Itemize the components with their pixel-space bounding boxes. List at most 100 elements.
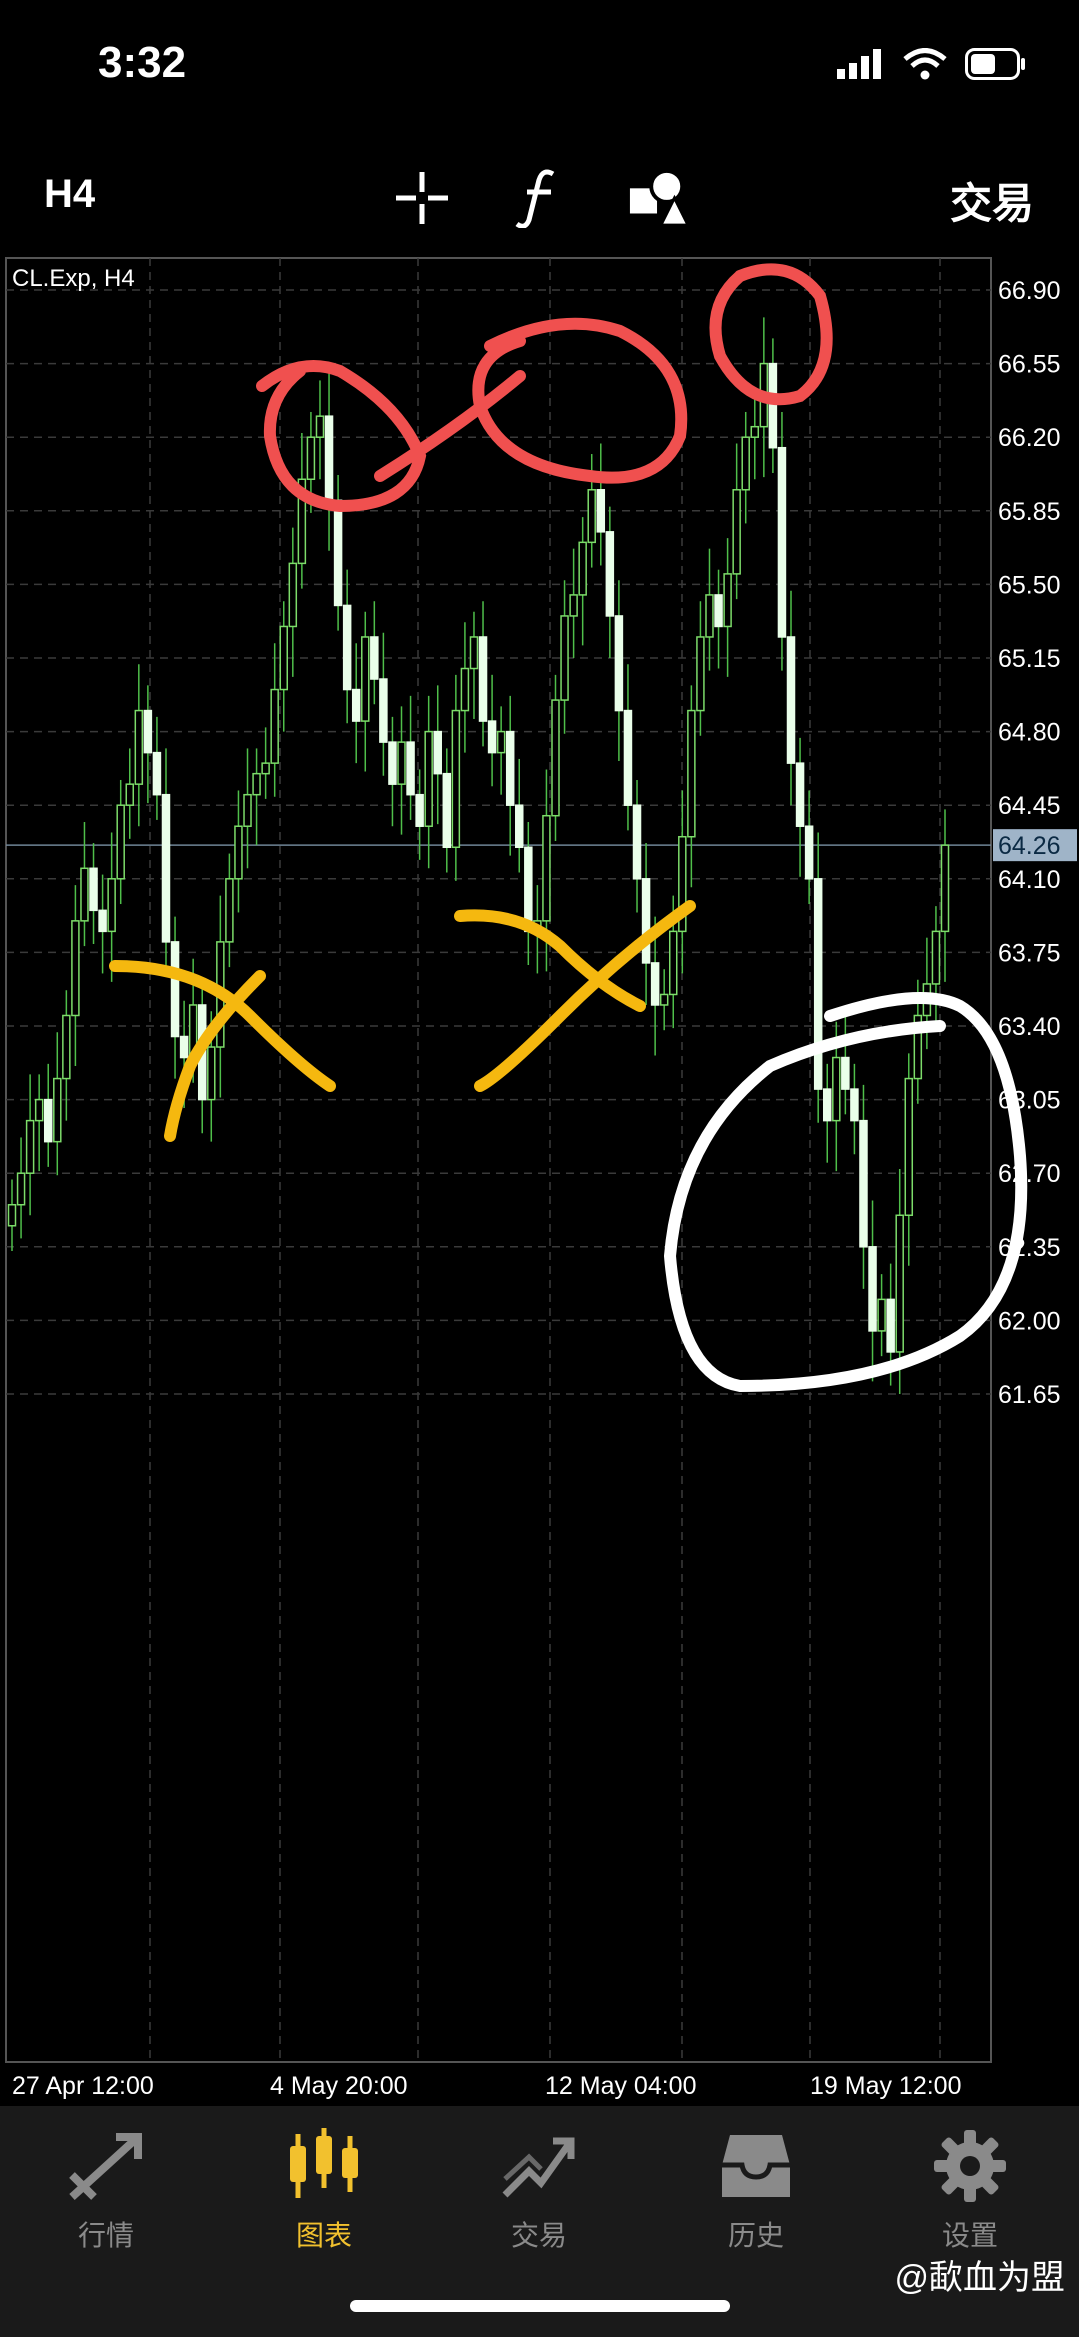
candle-body [659, 993, 669, 1006]
candle-body [569, 594, 578, 617]
candle-body [641, 878, 651, 964]
price-tick-label: 61.65 [998, 1381, 1061, 1409]
price-tick-label: 65.85 [998, 498, 1061, 526]
candle-body [451, 709, 461, 849]
candle-body [116, 804, 125, 880]
quotes-icon [69, 2133, 142, 2200]
candle-body [324, 415, 334, 502]
candle-body [560, 615, 569, 701]
candle-body [505, 730, 515, 806]
candle-body [940, 844, 950, 933]
candlestick-chart[interactable]: 66.90 66.55 66.20 65.85 65.50 65.15 64.80 64.45… [0, 256, 1079, 2116]
candle-body [868, 1246, 877, 1332]
candle-body [895, 1214, 904, 1353]
tab-quotes[interactable]: 行情 [26, 2124, 186, 2254]
candle-body [777, 446, 787, 638]
candle-body [315, 415, 325, 438]
price-tick-label: 66.90 [998, 277, 1061, 305]
candle-body [53, 1077, 62, 1143]
candle-body [370, 636, 379, 680]
candle-body [207, 1046, 216, 1101]
tab-trade[interactable]: 交易 [459, 2124, 619, 2254]
candle-body [306, 436, 316, 481]
time-tick-label: 4 May 20:00 [270, 2072, 408, 2100]
timeframe-button[interactable]: H4 [44, 172, 95, 217]
tab-label: 历史 [727, 2220, 784, 2251]
candle-body [34, 1098, 44, 1122]
candle-body [687, 709, 696, 838]
candle-body [134, 709, 144, 785]
candle-body [542, 814, 551, 922]
candle-body [243, 793, 252, 827]
candle-body [786, 636, 796, 764]
signal-icon [837, 49, 881, 79]
candle-body [578, 541, 587, 596]
candle-body [478, 636, 488, 722]
time-tick-label: 27 Apr 12:00 [12, 2072, 154, 2100]
candle-body [714, 594, 723, 628]
candle-body [161, 793, 171, 943]
candle-body [433, 730, 442, 775]
price-tick-label: 64.80 [998, 719, 1061, 747]
candle-body [931, 930, 941, 985]
price-tick-label: 64.10 [998, 866, 1061, 894]
price-tick-label: 63.40 [998, 1013, 1061, 1041]
candle-body [252, 772, 261, 796]
candle-body [333, 499, 343, 607]
candle-body [741, 436, 750, 491]
chart-icon [290, 2128, 358, 2198]
candle-body [80, 867, 89, 922]
candle-body [850, 1088, 859, 1122]
candle-body [877, 1298, 886, 1332]
tab-settings[interactable]: 设置 [890, 2124, 1050, 2254]
price-chart[interactable]: 66.90 66.55 66.20 65.85 65.50 65.15 64.80 64.45… [0, 256, 1079, 2116]
candle-body [16, 1172, 26, 1206]
candle-body [406, 741, 415, 796]
candle-body [487, 720, 497, 754]
candle-body [170, 941, 180, 1038]
candle-body [351, 688, 361, 722]
candle-body [886, 1298, 895, 1353]
candle-body [841, 1056, 850, 1090]
candle-body [804, 825, 814, 880]
candle-body [342, 604, 352, 691]
candle-body [795, 762, 805, 827]
tab-label: 交易 [510, 2220, 567, 2251]
candle-body [460, 667, 470, 712]
price-tick-label: 66.20 [998, 424, 1061, 452]
candle-body [361, 636, 370, 722]
trade-button[interactable]: 交易 [950, 170, 1034, 231]
plot-area [5, 257, 992, 2063]
candle-body [705, 594, 714, 638]
candle-body [89, 867, 98, 912]
home-indicator[interactable] [350, 2300, 730, 2312]
candle-body [107, 878, 116, 933]
tab-history[interactable]: 历史 [676, 2124, 836, 2254]
candle-body [623, 709, 633, 806]
candle-body [732, 489, 741, 575]
candle-body [669, 930, 678, 996]
indicator-f-icon[interactable] [508, 168, 568, 228]
watermark: @歃血为盟 [894, 2259, 1065, 2297]
candle-body [279, 625, 288, 691]
candle-body [270, 688, 279, 764]
candle-body [43, 1098, 53, 1143]
crosshair-icon[interactable] [392, 168, 452, 228]
candle-body [496, 730, 506, 754]
candle-body [587, 489, 596, 544]
objects-icon[interactable] [628, 168, 688, 228]
price-tick-label: 62.00 [998, 1307, 1061, 1335]
status-bar: 3:32 [0, 0, 1079, 130]
price-tick-label: 62.70 [998, 1160, 1061, 1188]
candle-body [143, 709, 153, 754]
tab-chart[interactable]: 图表 [244, 2124, 404, 2254]
candle-body [813, 878, 823, 1090]
status-icons [837, 48, 1027, 80]
candle-body [62, 1014, 71, 1080]
candle-body [397, 741, 406, 785]
chart-toolbar: H4 交易 [0, 140, 1079, 250]
candle-body [859, 1119, 868, 1248]
candle-body [904, 1077, 914, 1217]
candle-body [515, 804, 524, 849]
candle-body [632, 804, 642, 880]
